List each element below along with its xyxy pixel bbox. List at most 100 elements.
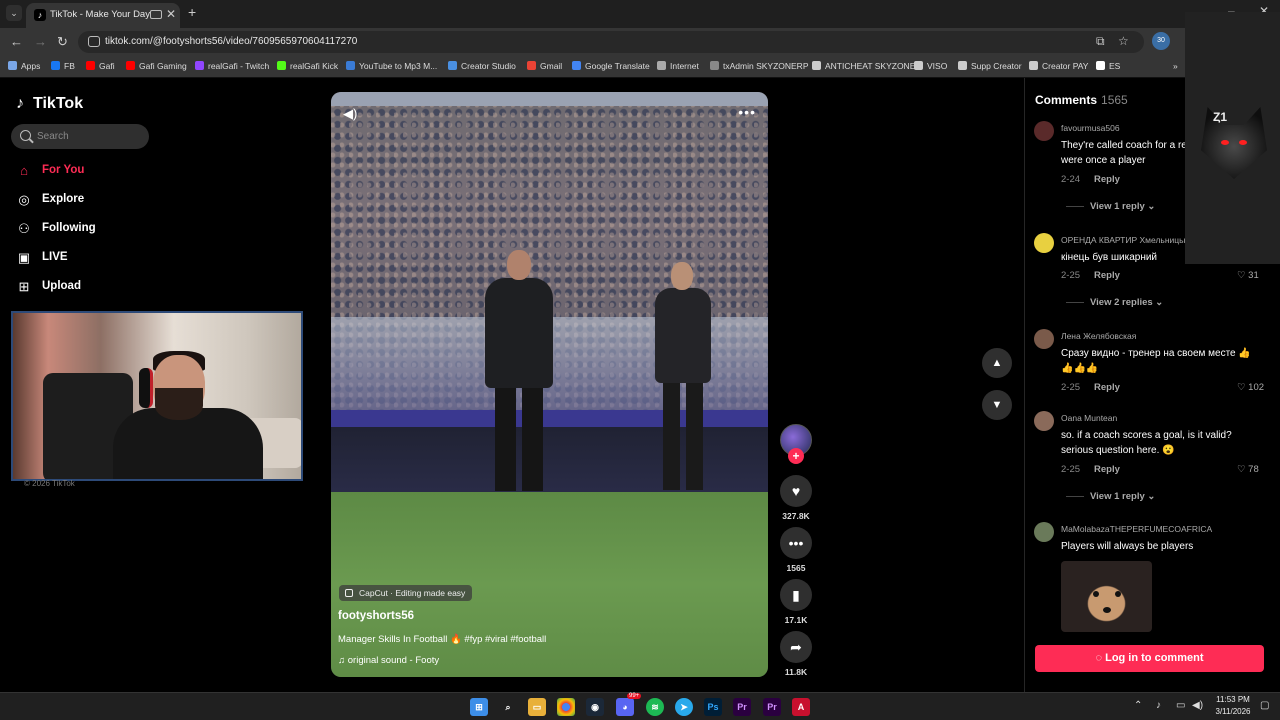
browser-toolbar: ← → ↻ tiktok.com/@footyshorts56/video/76… (0, 28, 1280, 56)
bookmark-creator-pay[interactable]: Creator PAY (1029, 61, 1088, 71)
forward-arrow-icon[interactable]: → (34, 34, 47, 49)
bookmarks-overflow-icon[interactable]: » (1173, 61, 1178, 71)
bookmark-txadmin[interactable]: txAdmin SKYZONERP (710, 61, 809, 71)
bookmark-gmail[interactable]: Gmail (527, 61, 562, 71)
tab-search-icon[interactable]: ⌄ (6, 5, 22, 21)
reply-button[interactable]: Reply (1094, 174, 1120, 185)
share-button[interactable]: ➦ (780, 631, 812, 663)
view-replies-button[interactable]: View 1 reply ⌄ (1066, 201, 1155, 212)
bookmark-fb[interactable]: FB (51, 61, 75, 71)
avatar[interactable] (1034, 233, 1054, 253)
tab-close-icon[interactable]: ✕ (166, 7, 176, 21)
file-explorer-icon[interactable]: ▭ (528, 698, 546, 716)
bookmark-gafi[interactable]: Gafi (86, 61, 115, 71)
bookmark-internet[interactable]: Internet (657, 61, 699, 71)
premiere-icon-2[interactable]: Pr (763, 698, 781, 716)
view-replies-button[interactable]: View 2 replies ⌄ (1066, 297, 1163, 308)
reply-button[interactable]: Reply (1094, 382, 1120, 393)
comment-username[interactable]: Лена Желябовская (1061, 331, 1136, 341)
sidebar-item-label: Upload (42, 280, 81, 292)
video-player[interactable]: ◀) ••• CapCut · Editing made easy footys… (331, 92, 768, 677)
avatar[interactable] (1034, 522, 1054, 542)
heart-outline-icon: ♡ (1237, 464, 1249, 475)
view-replies-button[interactable]: View 1 reply ⌄ (1066, 491, 1155, 502)
avatar[interactable] (1034, 329, 1054, 349)
bookmark-es[interactable]: ES (1096, 61, 1120, 71)
new-tab-button[interactable]: + (188, 4, 196, 20)
comment-username[interactable]: favourmusa506 (1061, 123, 1120, 133)
comment-username[interactable]: ОРЕНДА КВАРТИР Хмельницький (1061, 235, 1197, 245)
volume-tray-icon[interactable]: ◀) (1192, 700, 1203, 711)
photoshop-icon[interactable]: Ps (704, 698, 722, 716)
like-button[interactable]: ♥ (780, 475, 812, 507)
sidebar-item-label: Following (42, 222, 96, 234)
follow-plus-icon[interactable]: + (788, 448, 804, 464)
save-button[interactable]: ▮ (780, 579, 812, 611)
install-app-icon[interactable]: ⧉ (1096, 34, 1105, 49)
more-options-icon[interactable]: ••• (738, 104, 756, 120)
reply-button[interactable]: Reply (1094, 270, 1120, 281)
comment-image-dog[interactable] (1061, 561, 1152, 632)
bookmark-kick[interactable]: realGafi Kick (277, 61, 338, 71)
bookmark-creator-studio[interactable]: Creator Studio (448, 61, 516, 71)
sidebar-item-upload[interactable]: ⊞ Upload (16, 278, 156, 298)
avatar[interactable] (1034, 121, 1054, 141)
discord-icon[interactable]: ◕ (616, 698, 634, 716)
windows-start-icon[interactable]: ⊞ (470, 698, 488, 716)
video-sound[interactable]: ♫ original sound - Footy (338, 655, 439, 666)
notifications-icon[interactable]: ▢ (1260, 700, 1269, 711)
capcut-tag[interactable]: CapCut · Editing made easy (339, 585, 473, 601)
browser-tab-tiktok[interactable]: ♪ TikTok - Make Your Day ✕ (26, 3, 180, 28)
previous-video-button[interactable]: ▲ (982, 348, 1012, 378)
login-to-comment-button[interactable]: ◌ Log in to comment (1035, 645, 1264, 672)
comment-like-button[interactable]: ♡ 78 (1237, 464, 1259, 475)
address-bar[interactable]: tiktok.com/@footyshorts56/video/76095659… (78, 31, 1144, 53)
sidebar-item-following[interactable]: ⚇ Following (16, 220, 156, 240)
microphone-icon[interactable]: ♪ (1156, 700, 1161, 711)
bookmark-viso[interactable]: VISO (914, 61, 947, 71)
comment-button[interactable]: ••• (780, 527, 812, 559)
comment-username[interactable]: Oana Muntean (1061, 413, 1117, 423)
site-info-icon[interactable] (88, 36, 100, 47)
spotify-icon[interactable]: ≋ (646, 698, 664, 716)
search-input[interactable]: Search (11, 124, 149, 149)
bookmark-yt-mp3[interactable]: YouTube to Mp3 M... (346, 61, 437, 71)
video-author[interactable]: footyshorts56 (338, 610, 414, 622)
premiere-icon[interactable]: Pr (733, 698, 751, 716)
acrobat-icon[interactable]: A (792, 698, 810, 716)
next-video-button[interactable]: ▼ (982, 390, 1012, 420)
tiktok-logo[interactable]: ♪ TikTok (16, 95, 83, 113)
system-clock[interactable]: 11:53 PM 3/11/2026 (1208, 694, 1258, 718)
sidebar-item-explore[interactable]: ◎ Explore (16, 191, 156, 211)
volume-icon[interactable]: ◀) (343, 106, 357, 122)
reply-button[interactable]: Reply (1094, 464, 1120, 475)
network-icon[interactable]: ▭ (1176, 700, 1185, 711)
comment-like-button[interactable]: ♡ 102 (1237, 382, 1264, 393)
bookmark-supp-creator[interactable]: Supp Creator (958, 61, 1022, 71)
sidebar-item-for-you[interactable]: ⌂ For You (16, 162, 156, 182)
telegram-icon[interactable]: ➤ (675, 698, 693, 716)
bookmark-anticheat[interactable]: ANTICHEAT SKYZONE (812, 61, 915, 71)
extension-badge-icon[interactable]: 30 (1152, 32, 1170, 50)
comments-title: Comments 1565 (1035, 93, 1128, 107)
search-icon[interactable]: ⌕ (499, 698, 517, 716)
bookmark-google-translate[interactable]: Google Translate (572, 61, 650, 71)
chrome-icon[interactable] (557, 698, 575, 716)
tray-overflow-icon[interactable]: ⌃ (1134, 700, 1142, 711)
comment-text: so. if a coach scores a goal, is it vali… (1061, 430, 1232, 456)
reload-icon[interactable]: ↻ (57, 34, 68, 50)
bookmark-gafi-gaming[interactable]: Gafi Gaming (126, 61, 187, 71)
browser-tab-bar: ⌄ ♪ TikTok - Make Your Day ✕ + – ✕ (0, 0, 1280, 28)
apps-grid-icon (8, 61, 17, 70)
bookmarks-bar: Apps FB Gafi Gafi Gaming realGafi - Twit… (0, 56, 1280, 78)
tab-media-icon[interactable] (150, 10, 162, 19)
steam-icon[interactable]: ◉ (586, 698, 604, 716)
sidebar-item-live[interactable]: ▣ LIVE (16, 249, 156, 269)
avatar[interactable] (1034, 411, 1054, 431)
bookmark-star-icon[interactable]: ☆ (1118, 34, 1129, 48)
bookmark-twitch[interactable]: realGafi - Twitch (195, 61, 269, 71)
comment-username[interactable]: MaMolabazaTHEPERFUMECOAFRICA (1061, 524, 1212, 534)
back-arrow-icon[interactable]: ← (10, 34, 23, 49)
comment-like-button[interactable]: ♡ 31 (1237, 270, 1259, 281)
bookmark-apps[interactable]: Apps (8, 61, 40, 71)
